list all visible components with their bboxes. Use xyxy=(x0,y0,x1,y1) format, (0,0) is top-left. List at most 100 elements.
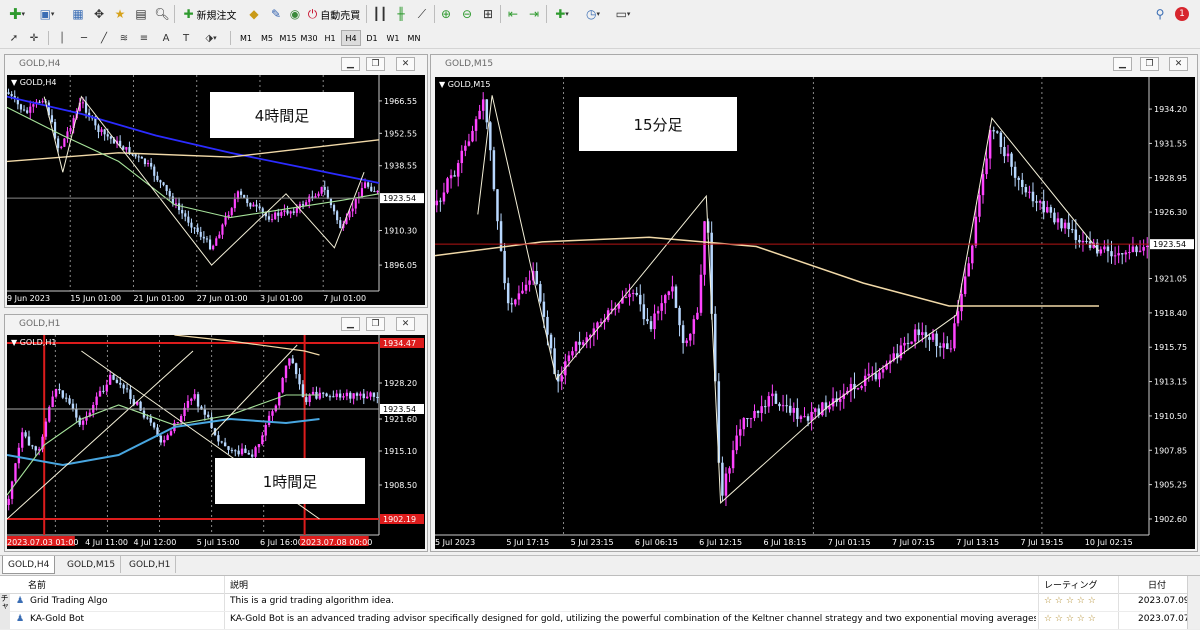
table-scrollbar[interactable] xyxy=(1187,576,1200,629)
candle xyxy=(442,192,446,202)
timeframe-w1[interactable]: W1 xyxy=(383,30,403,46)
maximize-button[interactable]: ❐ xyxy=(366,317,385,331)
equidistant-channel-icon[interactable]: ≋ xyxy=(116,30,132,46)
candle xyxy=(264,424,267,436)
candlestick-icon[interactable]: ╫ xyxy=(391,5,411,23)
timeframe-m5[interactable]: M5 xyxy=(257,30,277,46)
tab-gold-m15[interactable]: GOLD,M15 xyxy=(62,556,122,573)
candle xyxy=(1103,246,1106,250)
candle xyxy=(1124,252,1128,255)
trendline-icon[interactable]: ╱ xyxy=(96,30,112,46)
close-button[interactable]: ✕ xyxy=(1169,57,1188,71)
maximize-button[interactable]: ❐ xyxy=(366,57,385,71)
autoscroll-icon[interactable]: ⇤ xyxy=(503,5,523,23)
fibonacci-icon[interactable]: ≡ xyxy=(136,30,152,46)
text-tool-icon[interactable]: A xyxy=(158,30,174,46)
tab-gold-h1[interactable]: GOLD,H1 xyxy=(124,556,177,573)
close-button[interactable]: ✕ xyxy=(396,57,415,71)
candle xyxy=(174,203,178,205)
window-titlebar[interactable]: GOLD,H4 ▁ ❐ ✕ xyxy=(5,55,427,75)
price-chart[interactable]: 1934.47 1902.19 1928.20 1923.54 1921.60 1915.… xyxy=(7,335,425,549)
column-header-rating[interactable]: レーティング xyxy=(1044,578,1097,591)
zoom-out-icon[interactable]: ⊖ xyxy=(457,5,477,23)
new-chart-icon[interactable]: ✚ ▾ xyxy=(4,5,30,23)
shapes-icon[interactable]: ⬗ ▾ xyxy=(200,30,222,46)
table-row[interactable]: ♟ KA-Gold Bot KA-Gold Bot is an advanced… xyxy=(0,612,1200,630)
maximize-button[interactable]: ❐ xyxy=(1140,57,1159,71)
candle xyxy=(1063,222,1067,229)
search-icon[interactable]: ⚲ xyxy=(1150,5,1170,23)
candle xyxy=(351,208,354,212)
timeframe-d1[interactable]: D1 xyxy=(362,30,382,46)
candle xyxy=(953,323,956,349)
indicators-icon[interactable]: ✚ ▾ xyxy=(549,5,575,23)
candle xyxy=(237,450,240,455)
annotation-h4: 4時間足 xyxy=(210,92,354,138)
candle xyxy=(280,212,283,216)
candle xyxy=(274,212,277,220)
price-chart[interactable]: 1934.20 1931.55 1928.95 1926.30 1923.54 1921.… xyxy=(435,77,1195,549)
timeframe-m15[interactable]: M15 xyxy=(278,30,298,46)
cursor-icon[interactable]: ➚ xyxy=(6,30,22,46)
column-header-date[interactable]: 日付 xyxy=(1148,578,1166,591)
bar-chart-icon[interactable]: ┃┃ xyxy=(370,5,390,23)
timeframe-m1[interactable]: M1 xyxy=(236,30,256,46)
timeframe-h4[interactable]: H4 xyxy=(341,30,361,46)
crosshair-icon[interactable]: ✛ xyxy=(26,30,42,46)
candle xyxy=(696,312,699,320)
window-title: GOLD,H1 xyxy=(19,319,61,329)
candle xyxy=(767,396,771,407)
templates-icon[interactable]: ▭ ▾ xyxy=(610,5,636,23)
candle xyxy=(215,238,218,246)
signals-icon[interactable]: ◉ xyxy=(285,5,305,23)
table-row[interactable]: ♟ Grid Trading Algo This is a grid tradi… xyxy=(0,594,1200,612)
profiles-icon[interactable]: ▣ ▾ xyxy=(34,5,60,23)
zoom-in-icon[interactable]: ⊕ xyxy=(436,5,456,23)
auto-trading-button[interactable]: ⏻ 自動売買 xyxy=(305,5,363,23)
market-watch-icon[interactable]: ▦ xyxy=(68,5,88,23)
column-header-name[interactable]: 名前 xyxy=(28,578,46,591)
favorites-icon[interactable]: ★ xyxy=(110,5,130,23)
candle xyxy=(261,435,264,445)
symbol-label: ▼ GOLD,H4 xyxy=(11,78,56,87)
candle xyxy=(699,274,703,313)
timeframe-m30[interactable]: M30 xyxy=(299,30,319,46)
strategy-tester-icon[interactable]: 🔍︎ xyxy=(152,5,172,23)
candle xyxy=(639,294,642,305)
minimize-button[interactable]: ▁ xyxy=(341,317,360,331)
close-button[interactable]: ✕ xyxy=(396,317,415,331)
timeframe-h1[interactable]: H1 xyxy=(320,30,340,46)
candle xyxy=(921,332,924,336)
notification-icon[interactable]: 1 xyxy=(1172,5,1192,23)
data-window-icon[interactable]: ▤ xyxy=(131,5,151,23)
candle xyxy=(159,435,163,443)
navigator-icon[interactable]: ✥ xyxy=(89,5,109,23)
minimize-button[interactable]: ▁ xyxy=(341,57,360,71)
tile-windows-icon[interactable]: ⊞ xyxy=(478,5,498,23)
chart-window-h1[interactable]: GOLD,H1 ▁ ❐ ✕ 1934.47 1902.19 1928.20 1923.… xyxy=(4,314,428,552)
text-label-icon[interactable]: T xyxy=(178,30,194,46)
candle xyxy=(1135,246,1138,253)
candle xyxy=(956,311,960,324)
vertical-line-icon[interactable]: │ xyxy=(54,30,70,46)
candle xyxy=(369,392,372,397)
chart-shift-icon[interactable]: ⇥ xyxy=(524,5,544,23)
window-titlebar[interactable]: GOLD,M15 ▁ ❐ ✕ xyxy=(431,55,1197,75)
minimize-button[interactable]: ▁ xyxy=(1113,57,1132,71)
new-order-button[interactable]: ✚ 新規注文 xyxy=(178,5,242,23)
window-titlebar[interactable]: GOLD,H1 ▁ ❐ ✕ xyxy=(5,315,427,335)
candle xyxy=(169,431,173,436)
candle xyxy=(1113,255,1117,257)
time-tick-label: 5 Jul 2023 xyxy=(435,538,475,547)
horizontal-line-icon[interactable]: ─ xyxy=(76,30,92,46)
metaeditor-icon[interactable]: ✎ xyxy=(266,5,286,23)
line-chart-icon[interactable]: ⟋ xyxy=(412,5,432,23)
timeframe-mn[interactable]: MN xyxy=(404,30,424,46)
column-header-description[interactable]: 説明 xyxy=(230,578,248,591)
periods-icon[interactable]: ◷ ▾ xyxy=(580,5,606,23)
market-icon[interactable]: ◆ xyxy=(244,5,264,23)
chart-window-m15[interactable]: GOLD,M15 ▁ ❐ ✕ 1934.20 1931.55 1928.95 1926… xyxy=(430,54,1198,552)
candle xyxy=(370,186,373,192)
tab-gold-h4[interactable]: GOLD,H4 xyxy=(2,556,56,574)
candle xyxy=(305,202,308,206)
